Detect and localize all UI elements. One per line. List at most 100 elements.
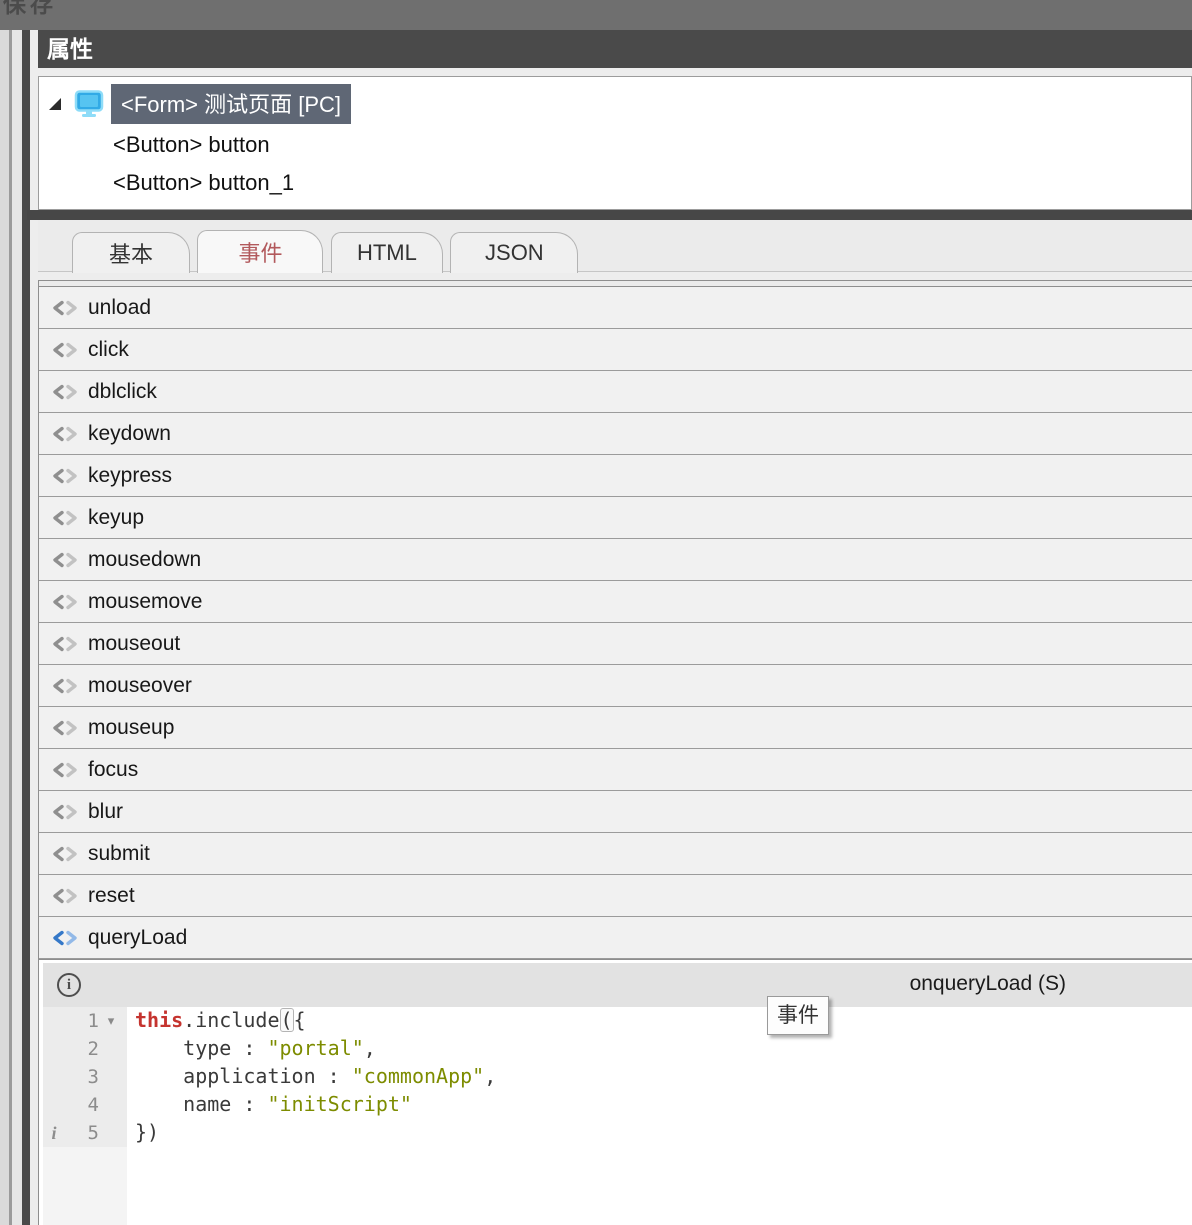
tab-json[interactable]: JSON bbox=[450, 232, 578, 273]
event-label: dblclick bbox=[88, 380, 157, 404]
event-label: mousemove bbox=[88, 590, 202, 614]
event-row[interactable]: unload bbox=[39, 287, 1192, 329]
code-chevrons-icon bbox=[51, 762, 79, 778]
event-row[interactable]: dblclick bbox=[39, 371, 1192, 413]
code-line[interactable]: 4 name : "initScript" bbox=[43, 1091, 1192, 1119]
top-toolbar-strip: 保存 bbox=[0, 0, 1192, 30]
code-line[interactable]: 1 ▾ this.include({ bbox=[43, 1007, 1192, 1035]
line-number: 1 bbox=[65, 1010, 99, 1032]
event-row[interactable]: keydown bbox=[39, 413, 1192, 455]
event-label: mouseout bbox=[88, 632, 180, 656]
code-chevrons-icon bbox=[51, 804, 79, 820]
properties-panel-window: 保存 属性 <Form> 测试页面 [PC] <Button> b bbox=[0, 0, 1192, 1225]
code-chevrons-icon bbox=[51, 720, 79, 736]
event-label: reset bbox=[88, 884, 135, 908]
line-number: 4 bbox=[65, 1094, 99, 1116]
editor-header: i onqueryLoad (S) bbox=[43, 963, 1192, 1007]
code-chevrons-icon bbox=[51, 636, 79, 652]
editor-body[interactable]: 1 ▾ this.include({ 2 type : "portal", 3 … bbox=[43, 1007, 1192, 1225]
code-chevrons-icon bbox=[51, 300, 79, 316]
gutter-cell: 4 bbox=[43, 1091, 127, 1119]
event-row[interactable]: mouseover bbox=[39, 665, 1192, 707]
code-chevrons-icon bbox=[51, 930, 79, 946]
code-line[interactable]: i 5 }) bbox=[43, 1119, 1192, 1147]
clipped-toolbar-button[interactable]: 保存 bbox=[3, 0, 57, 19]
event-row[interactable]: mousedown bbox=[39, 539, 1192, 581]
tree-item-label-selected[interactable]: <Form> 测试页面 [PC] bbox=[111, 84, 351, 124]
code-text[interactable]: type : "portal", bbox=[127, 1035, 1192, 1063]
code-chevrons-icon bbox=[51, 426, 79, 442]
event-label: mouseover bbox=[88, 674, 192, 698]
event-row[interactable]: mouseup bbox=[39, 707, 1192, 749]
handler-title: onqueryLoad (S) bbox=[910, 972, 1066, 996]
monitor-icon bbox=[74, 90, 104, 118]
code-chevrons-icon bbox=[51, 342, 79, 358]
fold-arrow-icon[interactable]: ▾ bbox=[99, 1013, 123, 1029]
event-label: click bbox=[88, 338, 129, 362]
code-chevrons-icon bbox=[51, 888, 79, 904]
code-chevrons-icon bbox=[51, 846, 79, 862]
gutter-filler bbox=[43, 1147, 127, 1225]
tooltip: 事件 bbox=[767, 996, 829, 1035]
event-label: keyup bbox=[88, 506, 144, 530]
event-label: unload bbox=[88, 296, 151, 320]
info-icon[interactable]: i bbox=[57, 973, 81, 997]
event-row[interactable]: click bbox=[39, 329, 1192, 371]
event-row[interactable]: focus bbox=[39, 749, 1192, 791]
event-label: mouseup bbox=[88, 716, 174, 740]
rail-stripe bbox=[0, 30, 9, 1225]
tab-html[interactable]: HTML bbox=[331, 232, 443, 273]
event-label: keydown bbox=[88, 422, 171, 446]
code-text[interactable]: this.include({ bbox=[127, 1007, 1192, 1035]
tree-item-form[interactable]: <Form> 测试页面 [PC] bbox=[49, 86, 1191, 122]
event-row[interactable]: queryLoad bbox=[39, 917, 1192, 959]
event-row[interactable]: mousemove bbox=[39, 581, 1192, 623]
event-label: focus bbox=[88, 758, 138, 782]
main-panel: 属性 <Form> 测试页面 [PC] <Button> button <But… bbox=[38, 30, 1192, 1225]
line-number: 5 bbox=[65, 1122, 99, 1144]
tab-basic[interactable]: 基本 bbox=[72, 232, 190, 273]
gutter-cell: 1 ▾ bbox=[43, 1007, 127, 1035]
code-text[interactable]: }) bbox=[127, 1119, 1192, 1147]
gutter-info-marker: i bbox=[43, 1123, 65, 1144]
gutter-cell: 3 bbox=[43, 1063, 127, 1091]
event-row[interactable]: keypress bbox=[39, 455, 1192, 497]
panel-title: 属性 bbox=[47, 36, 93, 62]
section-separator bbox=[27, 210, 1192, 220]
events-list: unload click dblclick keydown keypress k… bbox=[39, 286, 1192, 959]
line-number: 3 bbox=[65, 1066, 99, 1088]
code-chevrons-icon bbox=[51, 552, 79, 568]
code-text[interactable]: application : "commonApp", bbox=[127, 1063, 1192, 1091]
code-filler[interactable] bbox=[127, 1147, 1192, 1225]
gutter-cell: 2 bbox=[43, 1035, 127, 1063]
event-row[interactable]: keyup bbox=[39, 497, 1192, 539]
code-line[interactable]: 2 type : "portal", bbox=[43, 1035, 1192, 1063]
panel-title-bar: 属性 bbox=[38, 30, 1192, 68]
event-row[interactable]: mouseout bbox=[39, 623, 1192, 665]
event-row[interactable]: blur bbox=[39, 791, 1192, 833]
event-label: keypress bbox=[88, 464, 172, 488]
code-chevrons-icon bbox=[51, 468, 79, 484]
event-row[interactable]: reset bbox=[39, 875, 1192, 917]
code-chevrons-icon bbox=[51, 678, 79, 694]
line-number: 2 bbox=[65, 1038, 99, 1060]
tree-item-button-1[interactable]: <Button> button_1 bbox=[113, 167, 1191, 198]
event-label: blur bbox=[88, 800, 123, 824]
tree-item-button[interactable]: <Button> button bbox=[113, 129, 1191, 160]
spacer bbox=[38, 68, 1192, 76]
code-editor: i onqueryLoad (S) 事件 1 ▾ this.include({ … bbox=[38, 960, 1192, 1225]
code-filler-row[interactable] bbox=[43, 1147, 1192, 1225]
code-line[interactable]: 3 application : "commonApp", bbox=[43, 1063, 1192, 1091]
gutter-cell: i 5 bbox=[43, 1119, 127, 1147]
code-lines: 1 ▾ this.include({ 2 type : "portal", 3 … bbox=[43, 1007, 1192, 1147]
event-row[interactable]: submit bbox=[39, 833, 1192, 875]
rail-stripe bbox=[12, 30, 22, 1225]
code-chevrons-icon bbox=[51, 594, 79, 610]
tab-bar: 基本 事件 HTML JSON bbox=[38, 220, 1192, 272]
code-chevrons-icon bbox=[51, 510, 79, 526]
event-label: queryLoad bbox=[88, 926, 187, 950]
tab-events[interactable]: 事件 bbox=[197, 230, 323, 273]
expand-arrow-icon[interactable] bbox=[49, 98, 61, 110]
event-label: submit bbox=[88, 842, 150, 866]
code-text[interactable]: name : "initScript" bbox=[127, 1091, 1192, 1119]
